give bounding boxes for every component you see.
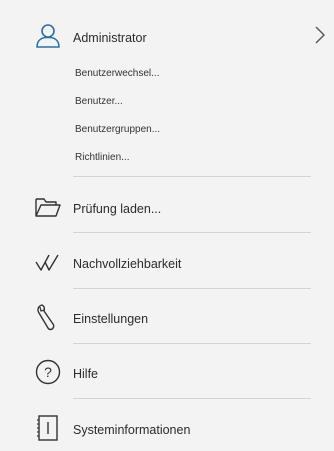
system-info-icon [34, 414, 62, 442]
administrator-item[interactable]: Administrator [0, 22, 334, 52]
traceability-item[interactable]: Nachvollziehbarkeit [0, 248, 334, 278]
divider [73, 288, 311, 289]
help-question-icon: ? [34, 358, 62, 386]
load-test-label: Prüfung laden... [73, 202, 162, 216]
divider [73, 343, 311, 344]
divider [73, 232, 311, 233]
help-label: Hilfe [73, 367, 99, 381]
traceability-checkmark-icon [34, 248, 62, 276]
sub-item-richtlinien[interactable]: Richtlinien... [75, 152, 129, 163]
sub-item-benutzergruppen[interactable]: Benutzergruppen... [75, 124, 160, 135]
wrench-icon [34, 303, 62, 331]
divider [73, 398, 311, 399]
divider [73, 176, 311, 177]
load-test-item[interactable]: Prüfung laden... [0, 193, 334, 223]
traceability-label: Nachvollziehbarkeit [73, 257, 182, 271]
sub-item-benutzer[interactable]: Benutzer... [75, 96, 123, 107]
sub-item-benutzerwechsel[interactable]: Benutzerwechsel... [75, 68, 160, 79]
svg-text:?: ? [44, 364, 52, 380]
main-menu: Administrator Benutzerwechsel... Benutze… [0, 0, 334, 451]
administrator-label: Administrator [73, 31, 147, 45]
chevron-right-icon[interactable] [314, 26, 326, 44]
settings-item[interactable]: Einstellungen [0, 303, 334, 333]
folder-icon [34, 193, 62, 221]
system-info-item[interactable]: Systeminformationen [0, 414, 334, 444]
settings-label: Einstellungen [73, 312, 149, 326]
system-info-label: Systeminformationen [73, 423, 191, 437]
user-icon [34, 22, 62, 50]
help-item[interactable]: ? Hilfe [0, 358, 334, 388]
